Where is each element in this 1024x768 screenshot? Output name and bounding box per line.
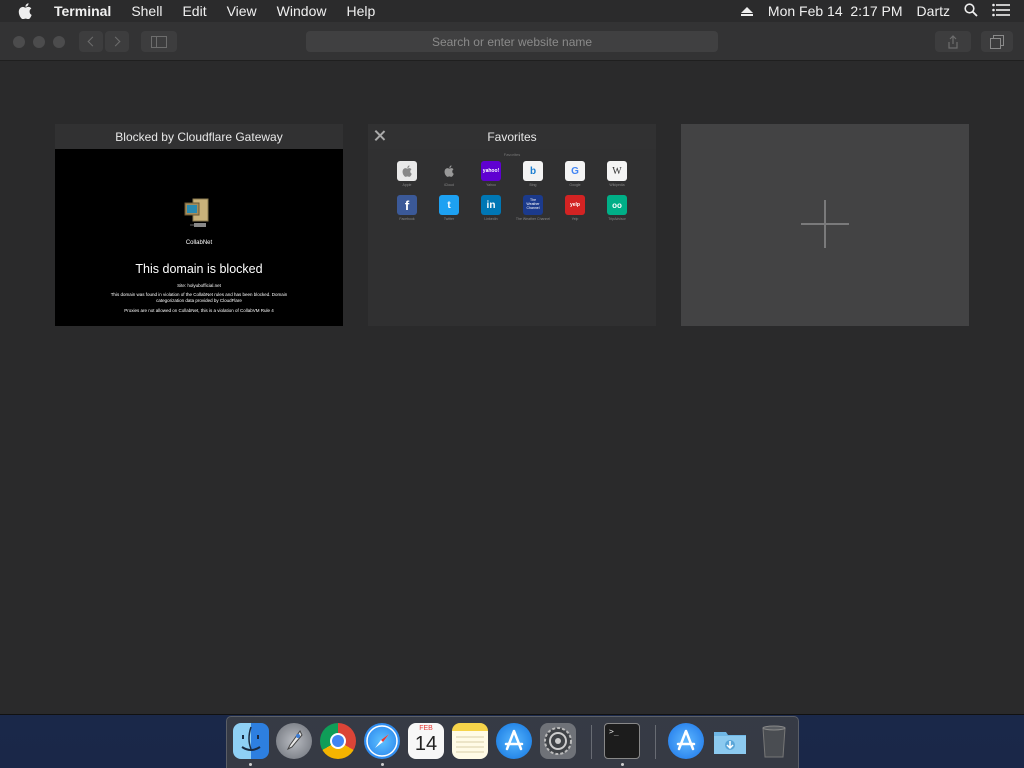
calendar-day: 14 <box>414 733 438 755</box>
collabnet-logo-icon <box>182 197 212 231</box>
tab-thumbnail-blocked[interactable]: Blocked by Cloudflare Gateway CollabNet … <box>55 124 343 326</box>
favorite-bing-icon[interactable]: b <box>523 161 543 181</box>
menubar-user[interactable]: Dartz <box>917 3 950 19</box>
calendar-month: FEB <box>419 725 433 732</box>
browser-toolbar: Search or enter website name <box>0 22 1024 61</box>
menubar-clock[interactable]: Mon Feb 14 2:17 PM <box>768 3 903 19</box>
blocked-heading: This domain is blocked <box>135 262 263 276</box>
system-preferences-icon[interactable] <box>540 723 576 759</box>
running-indicator <box>249 763 252 766</box>
address-placeholder: Search or enter website name <box>431 34 593 49</box>
menu-view[interactable]: View <box>227 3 257 19</box>
share-icon <box>948 34 958 49</box>
apple-menu-icon[interactable] <box>18 3 38 19</box>
downloads-folder-icon[interactable] <box>712 723 748 759</box>
menu-bar: Terminal Shell Edit View Window Help Mon… <box>0 0 1024 22</box>
sidebar-toggle-button[interactable] <box>141 31 177 52</box>
plus-icon-vertical <box>824 200 826 248</box>
favorite-yahoo-icon[interactable]: yahoo! <box>481 161 501 181</box>
spotlight-search-icon[interactable] <box>964 2 978 20</box>
chevron-left-icon <box>87 36 98 47</box>
tabs-overview-icon <box>990 34 1004 49</box>
favorite-label: Yelp <box>571 217 579 221</box>
sidebar-icon <box>151 35 167 48</box>
favorite-label: LinkedIn <box>484 217 498 221</box>
favorites-page-preview: Favorites Apple iCloud yahoo! Yahoo b Bi… <box>368 149 656 326</box>
favorite-apple-icon[interactable] <box>397 161 417 181</box>
favorites-section-label: Favorites <box>503 152 521 157</box>
tab-title-bar: Favorites <box>368 124 656 149</box>
mouse-pointer-icon <box>65 762 71 768</box>
trash-icon[interactable] <box>756 723 792 759</box>
favorite-facebook-icon[interactable]: f <box>397 195 417 215</box>
tab-thumbnail-favorites[interactable]: Favorites Favorites Apple iCloud yahoo! … <box>368 124 656 326</box>
chevron-right-icon <box>110 36 121 47</box>
dock-separator <box>591 725 592 759</box>
favorite-linkedin-icon[interactable]: in <box>481 195 501 215</box>
running-indicator <box>381 763 384 766</box>
favorite-weather-channel-icon[interactable]: The Weather Channel <box>523 195 543 215</box>
show-all-tabs-button[interactable] <box>981 31 1013 52</box>
notes-icon[interactable] <box>452 723 488 759</box>
favorite-icloud-icon[interactable] <box>439 161 459 181</box>
favorite-label: Twitter <box>443 217 455 221</box>
finder-icon[interactable] <box>233 723 269 759</box>
address-bar[interactable]: Search or enter website name <box>306 31 718 52</box>
favorite-label: Apple <box>402 183 412 187</box>
blocked-site: Site: holyubofficial.net <box>177 283 221 288</box>
launchpad-icon[interactable] <box>276 723 312 759</box>
minimize-window-button[interactable] <box>33 36 45 48</box>
notification-center-icon[interactable] <box>992 3 1010 20</box>
eject-icon[interactable] <box>740 5 754 17</box>
running-indicator <box>621 763 624 766</box>
forward-button[interactable] <box>105 31 129 52</box>
favorite-label: Facebook <box>399 217 415 221</box>
blocked-logo-label: CollabNet <box>185 240 213 246</box>
menu-shell[interactable]: Shell <box>131 3 162 19</box>
new-tab-button[interactable] <box>681 124 969 326</box>
back-button[interactable] <box>79 31 103 52</box>
calendar-icon[interactable]: FEB 14 <box>408 723 444 759</box>
share-button[interactable] <box>935 31 971 52</box>
favorite-wikipedia-icon[interactable]: W <box>607 161 627 181</box>
favorite-label: Wikipedia <box>609 183 625 187</box>
favorite-twitter-icon[interactable]: t <box>439 195 459 215</box>
blocked-message: This domain was found in violation of th… <box>110 292 288 304</box>
app-store-icon[interactable] <box>496 723 532 759</box>
menu-edit[interactable]: Edit <box>182 3 206 19</box>
close-window-button[interactable] <box>13 36 25 48</box>
blocked-footer: Proxies are not allowed on CollabNet, th… <box>124 308 274 313</box>
chrome-icon[interactable] <box>320 723 356 759</box>
favorite-google-icon[interactable]: G <box>565 161 585 181</box>
favorite-yelp-icon[interactable]: yelp <box>565 195 585 215</box>
blocked-page-preview: CollabNet This domain is blocked Site: h… <box>55 149 343 326</box>
zoom-window-button[interactable] <box>53 36 65 48</box>
favorite-label: Yahoo <box>486 183 496 187</box>
terminal-prompt-icon: >_ <box>609 727 619 736</box>
safari-icon[interactable] <box>364 723 400 759</box>
tab-title-bar: Blocked by Cloudflare Gateway <box>55 124 343 149</box>
close-tab-icon[interactable] <box>374 130 386 142</box>
favorite-tripadvisor-icon[interactable]: oo <box>607 195 627 215</box>
favorite-label: TripAdvisor <box>608 217 626 221</box>
favorite-label: Bing <box>529 183 537 187</box>
favorite-label: The Weather Channel <box>515 217 551 221</box>
menu-window[interactable]: Window <box>277 3 327 19</box>
tab-title: Blocked by Cloudflare Gateway <box>115 129 283 144</box>
menu-help[interactable]: Help <box>346 3 375 19</box>
terminal-icon[interactable]: >_ <box>604 723 640 759</box>
dock-separator <box>655 725 656 759</box>
menu-app-name[interactable]: Terminal <box>54 3 111 19</box>
dock: FEB 14 >_ <box>226 716 799 768</box>
favorite-label: Google <box>569 183 581 187</box>
applications-folder-icon[interactable] <box>668 723 704 759</box>
favorite-label: iCloud <box>444 183 454 187</box>
tab-title: Favorites <box>487 129 537 144</box>
